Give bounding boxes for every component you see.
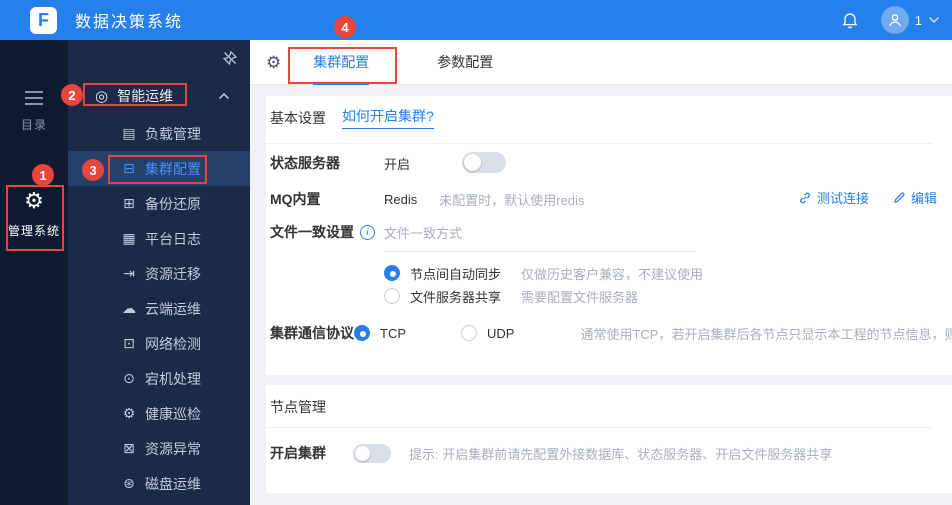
link-icon [800, 192, 810, 203]
submenu-item-network-detection[interactable]: ⊡ 网络检测 [68, 326, 250, 361]
submenu-item-downtime-handling[interactable]: ⊙ 宕机处理 [68, 361, 250, 396]
test-connection-button[interactable]: 测试连接 [798, 188, 869, 207]
tab-bar: ⚙ 集群配置 参数配置 [250, 40, 952, 85]
status-server-toggle[interactable] [462, 152, 506, 173]
mq-hint: 未配置时，默认使用redis [439, 192, 585, 208]
menu-group-smart-ops[interactable]: ◎ 智能运维 [68, 83, 250, 109]
basic-settings-panel: 基本设置 如何开启集群? 状态服务器 开启 MQ内置 Redis 未配置时，默认… [266, 96, 952, 375]
secondary-sidebar: ◎ 智能运维 ▤ 负载管理 ⊟ 集群配置 ⊞ 备份还原 ▦ 平台日志 ⇥ 资源迁移 ☁ 云端… [68, 40, 250, 505]
edit-button[interactable]: 编辑 [893, 188, 937, 207]
submenu-item-resource-anomaly[interactable]: ⊠ 资源异常 [68, 431, 250, 466]
info-icon[interactable]: i [360, 224, 375, 240]
annotation-badge-4: 4 [334, 16, 356, 38]
submenu-item-cloud-ops[interactable]: ☁ 云端运维 [68, 291, 250, 326]
mq-label: MQ内置 [270, 191, 321, 207]
radio-file-server-share[interactable] [384, 288, 400, 304]
backup-restore-icon: ⊞ [123, 195, 135, 211]
sidebar-item-admin-system[interactable]: ⚙ 管理系统 [0, 190, 68, 239]
cluster-config-icon: ⊟ [123, 160, 135, 176]
chevron-up-icon[interactable] [218, 87, 230, 105]
topbar-actions: 1 [841, 0, 940, 40]
submenu-item-platform-log[interactable]: ▦ 平台日志 [68, 221, 250, 256]
user-avatar[interactable] [880, 6, 909, 34]
downtime-handling-icon: ⊙ [123, 370, 135, 386]
unpin-icon[interactable] [222, 50, 238, 71]
tab-parameter-config[interactable]: 参数配置 [437, 40, 493, 85]
divider [266, 143, 932, 144]
radio-udp-label: UDP [487, 325, 515, 341]
radio-file-server-share-label: 文件服务器共享 [410, 289, 502, 305]
file-consistency-placeholder: 文件一致方式 [384, 226, 463, 241]
radio-auto-sync-note: 仅做历史客户兼容，不建议使用 [521, 266, 704, 282]
notification-bell-icon[interactable] [841, 11, 859, 29]
enable-cluster-label: 开启集群 [270, 445, 326, 461]
how-to-enable-cluster-link[interactable]: 如何开启集群? [342, 106, 434, 129]
submenu-item-disk-ops[interactable]: ⊛ 磁盘运维 [68, 466, 250, 501]
enable-cluster-hint: 提示: 开启集群前请先配置外接数据库、状态服务器、开启文件服务器共享 [409, 446, 833, 462]
section-title-nodes: 节点管理 [270, 399, 326, 415]
divider [266, 427, 932, 428]
platform-log-icon: ▦ [122, 230, 136, 246]
file-consistency-input[interactable]: 文件一致方式 [384, 223, 696, 252]
node-management-panel: 节点管理 开启集群 提示: 开启集群前请先配置外接数据库、状态服务器、开启文件服… [266, 385, 952, 493]
network-detection-icon: ⊡ [123, 335, 135, 351]
protocol-label: 集群通信协议 [270, 325, 354, 341]
cloud-ops-icon: ☁ [122, 300, 136, 316]
app-logo[interactable]: F [30, 6, 57, 34]
submenu-item-load-management[interactable]: ▤ 负载管理 [68, 116, 250, 151]
protocol-note: 通常使用TCP，若开启集群后各节点只显示本工程的节点信息，则请更换 [580, 326, 952, 342]
settings-gear-icon[interactable]: ⚙ [266, 54, 281, 71]
health-inspection-icon: ⚙ [122, 405, 136, 421]
status-server-label: 状态服务器 [270, 155, 340, 171]
tab-cluster-config[interactable]: 集群配置 [313, 40, 370, 85]
primary-sidebar: 目录 ⚙ 管理系统 [0, 40, 68, 505]
logo-letter: F [38, 9, 49, 30]
radio-auto-sync[interactable] [384, 265, 400, 281]
app-title: 数据决策系统 [75, 14, 184, 31]
chevron-down-icon[interactable] [928, 16, 940, 24]
radio-auto-sync-label: 节点间自动同步 [410, 266, 502, 282]
submenu-item-backup-restore[interactable]: ⊞ 备份还原 [68, 186, 250, 221]
mq-actions: 测试连接 编辑 [798, 188, 937, 207]
sidebar-item-label: 目录 [20, 118, 47, 132]
resource-anomaly-icon: ⊠ [123, 440, 135, 456]
annotation-badge-3: 3 [82, 159, 104, 181]
resource-migration-icon: ⇥ [123, 265, 135, 281]
radio-tcp-label: TCP [380, 325, 406, 341]
menu-group-label: 智能运维 [117, 88, 174, 104]
submenu-item-resource-migration[interactable]: ⇥ 资源迁移 [68, 256, 250, 291]
status-server-value: 开启 [384, 156, 411, 172]
mq-value: Redis [384, 191, 418, 207]
sidebar-item-catalog[interactable]: 目录 [0, 80, 68, 133]
disk-ops-icon: ⊛ [123, 475, 135, 491]
file-consistency-label: 文件一致设置 [270, 224, 354, 240]
main-content: ⚙ 集群配置 参数配置 基本设置 如何开启集群? 状态服务器 开启 MQ内置 R… [250, 40, 952, 505]
catalog-menu-icon [25, 91, 43, 93]
radio-file-server-share-note: 需要配置文件服务器 [521, 289, 639, 305]
pencil-icon [894, 192, 905, 203]
user-count: 1 [914, 12, 922, 28]
top-bar: F 数据决策系统 1 [0, 0, 952, 40]
gear-icon: ⚙ [24, 188, 44, 213]
radio-tcp[interactable] [354, 325, 370, 341]
annotation-badge-1: 1 [32, 164, 54, 186]
submenu-item-health-inspection[interactable]: ⚙ 健康巡检 [68, 396, 250, 431]
annotation-badge-2: 2 [61, 84, 83, 106]
enable-cluster-toggle[interactable] [353, 443, 391, 463]
load-management-icon: ▤ [122, 125, 136, 141]
section-title-basic: 基本设置 [270, 109, 326, 126]
radio-udp[interactable] [461, 325, 477, 341]
smart-ops-icon: ◎ [95, 88, 109, 105]
sidebar-item-label: 管理系统 [7, 224, 60, 238]
